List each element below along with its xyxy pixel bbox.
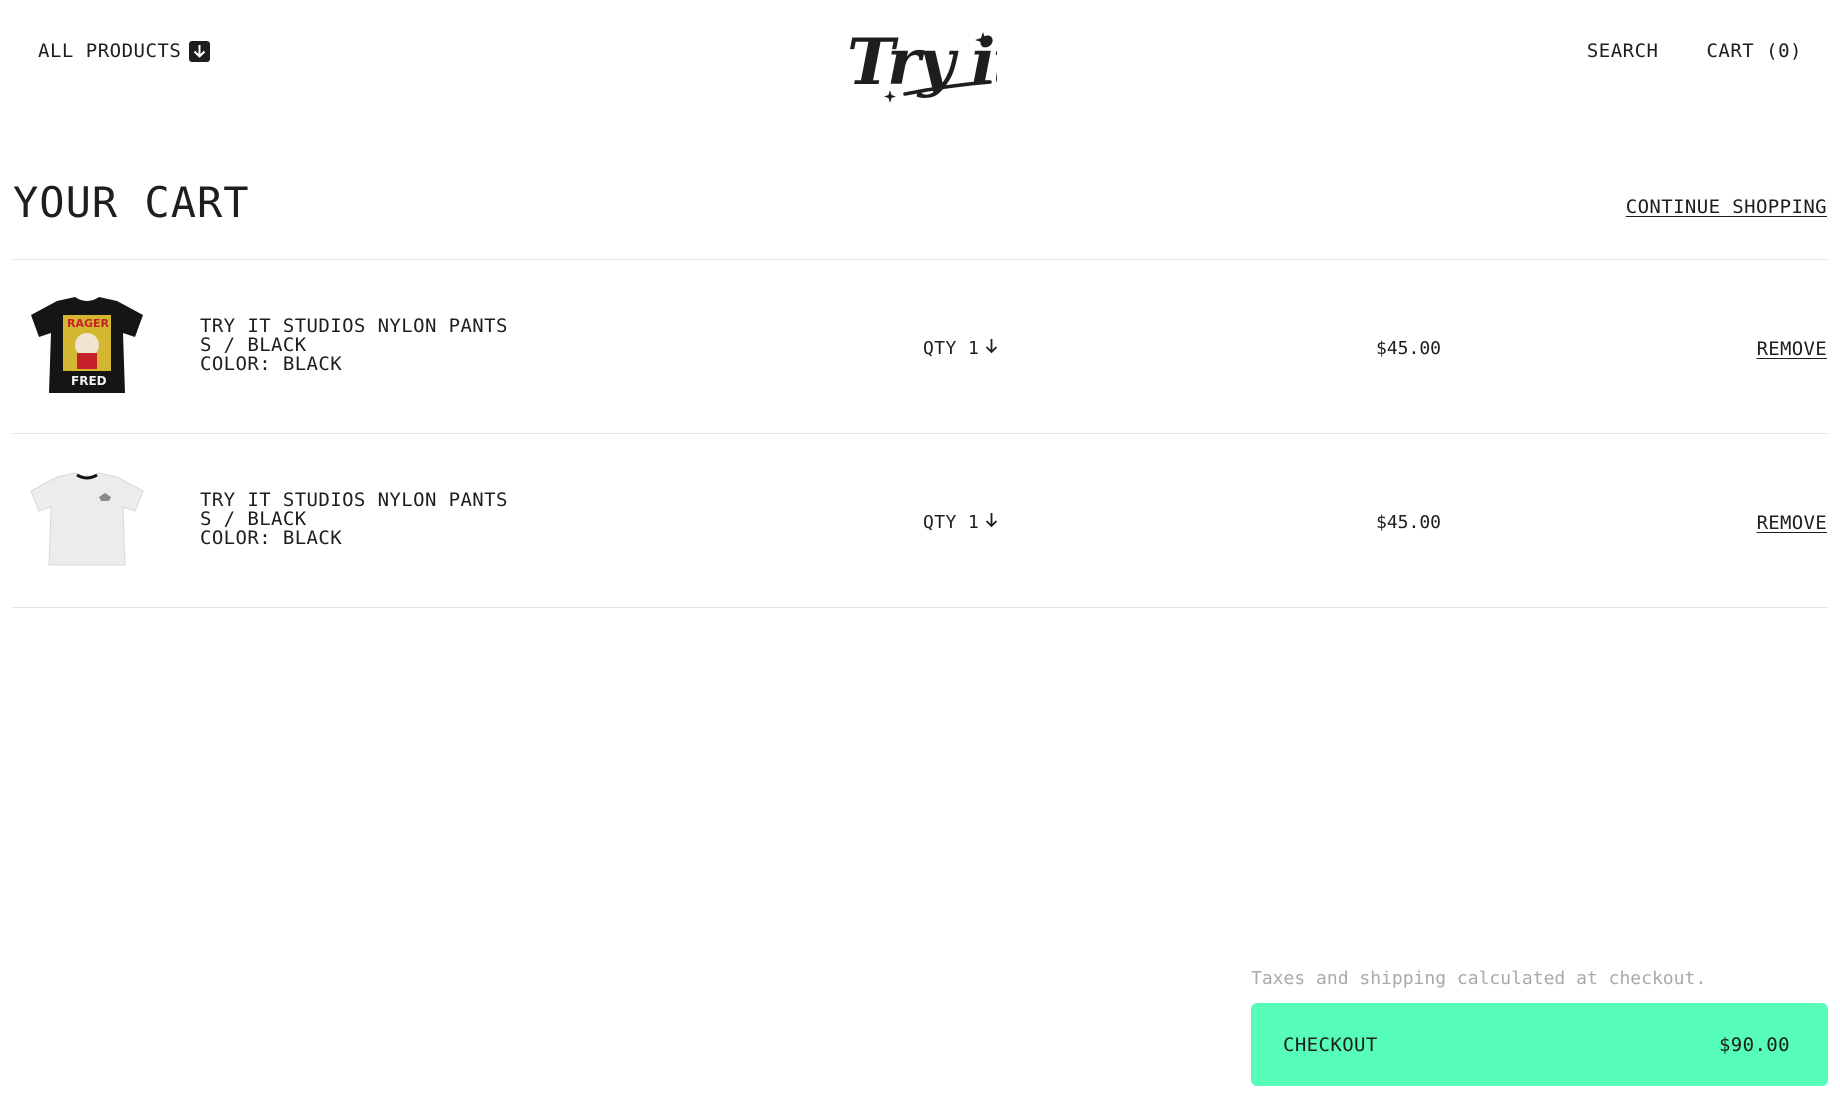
product-details: TRY IT STUDIOS NYLON PANTS S / BLACK COL… [200,491,508,548]
cart-link[interactable]: CART (0) [1706,40,1802,62]
product-details: TRY IT STUDIOS NYLON PANTS S / BLACK COL… [200,317,508,374]
cart-item: RAGER FRED TRY IT STUDIOS NYLON PANTS S … [13,260,1827,434]
remove-button[interactable]: REMOVE [1757,338,1827,360]
product-color: COLOR: BLACK [200,353,343,375]
tax-shipping-note: Taxes and shipping calculated at checkou… [1251,968,1707,989]
logo-text: Try it [847,25,997,100]
item-price: $45.00 [1376,338,1442,359]
cart-title-row: YOUR CART CONTINUE SHOPPING [13,172,1827,260]
all-products-menu[interactable]: ALL PRODUCTS [38,40,211,62]
all-products-label: ALL PRODUCTS [38,40,182,62]
quantity-select[interactable]: QTY 1 [923,512,998,533]
checkout-button[interactable]: CHECKOUT $90.00 [1251,1003,1828,1086]
arrow-down-icon [985,338,998,359]
item-price: $45.00 [1376,512,1442,533]
cart-list: RAGER FRED TRY IT STUDIOS NYLON PANTS S … [13,260,1827,608]
quantity-select[interactable]: QTY 1 [923,338,998,359]
cart-item: TRY IT STUDIOS NYLON PANTS S / BLACK COL… [13,434,1827,608]
search-link[interactable]: SEARCH [1587,40,1659,62]
quantity-label: QTY 1 [923,338,980,359]
product-color: COLOR: BLACK [200,527,343,549]
product-thumbnail[interactable] [27,467,147,575]
checkout-label: CHECKOUT [1283,1033,1378,1056]
thumb-graphic-text: RAGER [67,317,110,330]
arrow-down-icon [189,40,211,62]
quantity-label: QTY 1 [923,512,980,533]
site-header: ALL PRODUCTS Try it SEARCH CART (0) [0,0,1840,130]
product-thumbnail[interactable]: RAGER FRED [27,293,147,401]
remove-button[interactable]: REMOVE [1757,512,1827,534]
arrow-down-icon [985,512,998,533]
thumb-graphic-text: FRED [71,374,107,388]
checkout-total: $90.00 [1718,1033,1790,1056]
continue-shopping-link[interactable]: CONTINUE SHOPPING [1626,196,1827,218]
header-actions: SEARCH CART (0) [1587,40,1802,62]
page-title: YOUR CART [13,178,250,227]
site-logo[interactable]: Try it [845,22,1024,104]
